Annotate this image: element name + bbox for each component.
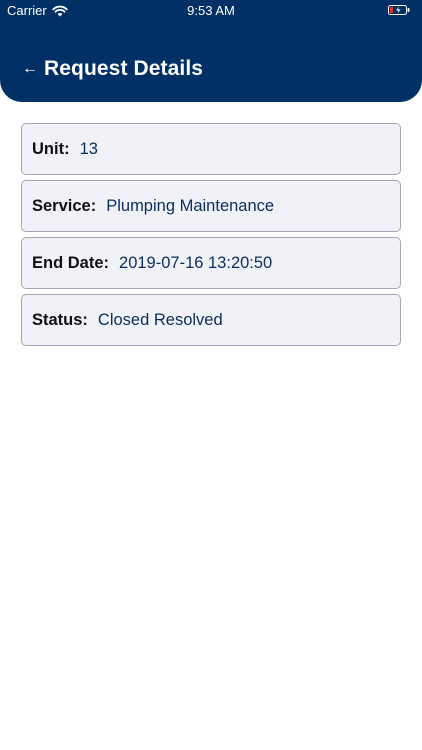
detail-row-service: Service: Plumping Maintenance [21, 180, 401, 232]
detail-row-end-date: End Date: 2019-07-16 13:20:50 [21, 237, 401, 289]
detail-value: Plumping Maintenance [106, 196, 275, 215]
status-time: 9:53 AM [187, 3, 235, 18]
detail-label: Unit: [32, 139, 70, 158]
back-button[interactable]: ← [22, 59, 38, 79]
detail-label: Service: [32, 196, 97, 215]
details-list: Unit: 13 Service: Plumping Maintenance E… [21, 123, 401, 351]
detail-row-unit: Unit: 13 [21, 123, 401, 175]
nav-bar: ← Request Details [22, 56, 203, 82]
request-details-screen: Carrier 9:53 AM ← Request Details Unit: … [0, 0, 422, 750]
detail-label: Status: [32, 310, 88, 329]
app-header: Carrier 9:53 AM ← Request Details [0, 0, 422, 102]
detail-value: Closed Resolved [97, 310, 223, 329]
back-arrow-icon: ← [22, 60, 38, 77]
detail-value: 2019-07-16 13:20:50 [119, 253, 273, 272]
battery-icon [388, 5, 410, 15]
status-bar: Carrier 9:53 AM [0, 0, 422, 22]
page-title: Request Details [44, 57, 204, 80]
detail-value: 13 [79, 139, 98, 158]
detail-label: End Date: [32, 253, 110, 272]
detail-row-status: Status: Closed Resolved [21, 294, 401, 346]
